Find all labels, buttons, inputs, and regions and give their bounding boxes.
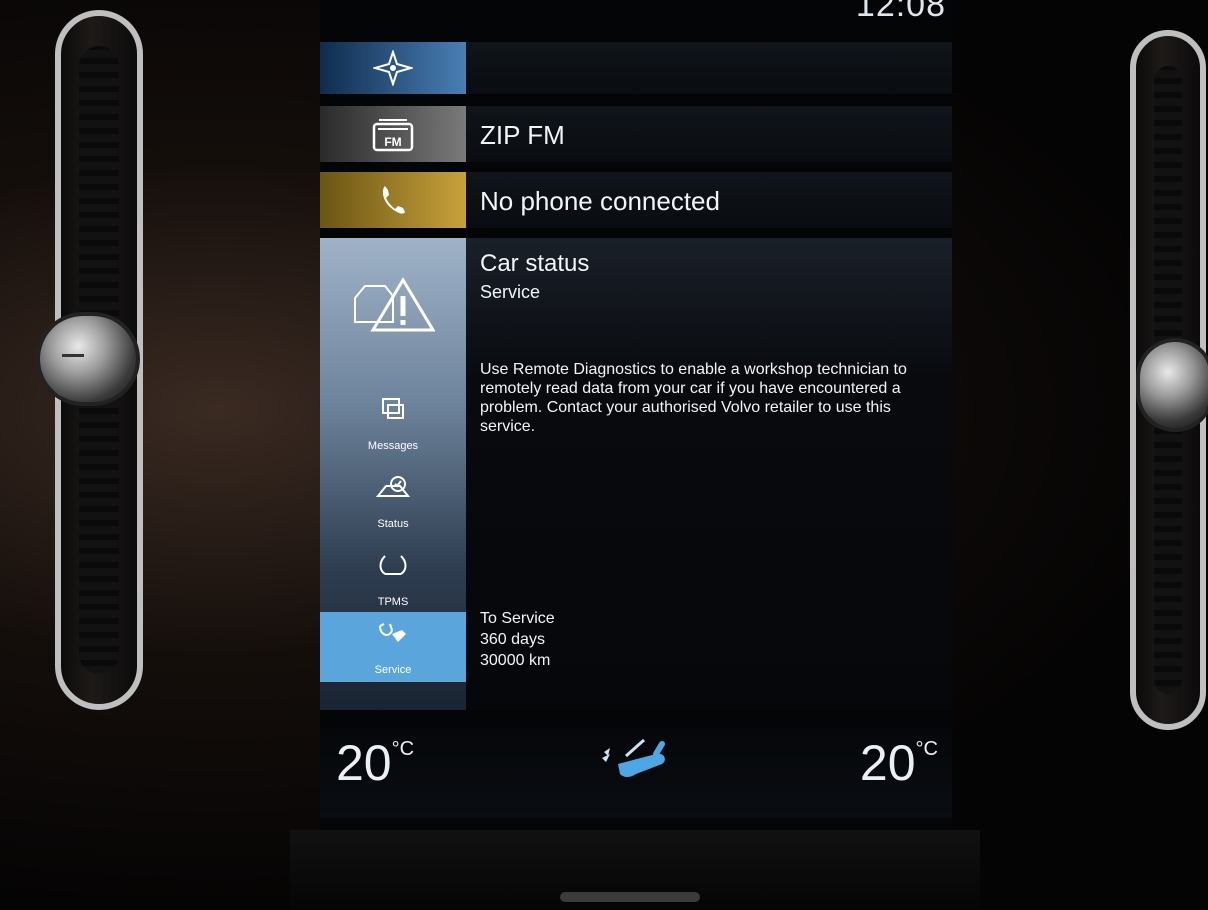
car-status-content: Car status Service Use Remote Diagnostic… (466, 238, 952, 710)
service-days-remaining: 360 days (480, 631, 545, 648)
home-button[interactable] (560, 892, 700, 902)
sidebar-item-label: TPMS (377, 596, 409, 608)
car-status-sidebar: Messages Status TPMS Service (320, 238, 466, 710)
phone-icon (382, 186, 405, 214)
remote-diagnostics-description: Use Remote Diagnostics to enable a works… (480, 361, 907, 435)
phone-tile-body: No phone connected (466, 172, 952, 228)
clock: 12:08 (855, 0, 946, 24)
sidebar-item-label: Status (377, 518, 409, 530)
radio-fm-icon: FM (372, 119, 414, 152)
sidebar-item-label: Messages (367, 440, 419, 452)
left-temperature-unit: °C (391, 738, 415, 760)
sidebar-item-status[interactable]: Status (320, 466, 466, 536)
compass-icon (373, 50, 413, 86)
service-distance-remaining: 30000 km (480, 652, 551, 669)
phone-status-title: No phone connected (480, 186, 720, 216)
tpms-icon (379, 555, 407, 575)
media-station-title: ZIP FM (480, 120, 565, 150)
right-temperature-value: 20 (859, 735, 916, 791)
left-vent-knob[interactable] (40, 316, 136, 402)
sidebar-item-label: Service (374, 664, 412, 676)
phone-tile[interactable]: No phone connected (320, 172, 952, 228)
left-temperature-value: 20 (336, 735, 392, 791)
infotainment-screen: 12:08 FM ZIP FM No phone connected Messa… (320, 0, 952, 830)
media-tile-body: ZIP FM (466, 106, 952, 162)
navigation-tile[interactable] (320, 42, 952, 94)
media-tile[interactable]: FM ZIP FM (320, 106, 952, 162)
sidebar-item-messages[interactable]: Messages (320, 388, 466, 458)
car-status-title: Car status (480, 250, 590, 277)
seat-climate-icon[interactable] (596, 734, 676, 786)
status-icon (376, 476, 410, 497)
service-interval-info: To Service 360 days 30000 km (480, 608, 555, 671)
right-temperature-unit: °C (915, 738, 938, 760)
sidebar-item-tpms[interactable]: TPMS (320, 544, 466, 614)
car-warning-icon (354, 277, 435, 332)
radio-fm-icon-label: FM (384, 135, 401, 149)
climate-bar: 20°C 20°C (320, 728, 952, 818)
car-status-tile: Messages Status TPMS Service Car status … (320, 238, 952, 710)
phone-tile-icon-area (320, 172, 466, 228)
left-temperature[interactable]: 20°C (336, 734, 414, 792)
media-tile-icon-area: FM (320, 106, 466, 162)
messages-icon (382, 398, 404, 419)
navigation-tile-body (466, 42, 952, 94)
right-temperature[interactable]: 20°C (860, 734, 938, 792)
sidebar-item-service[interactable]: Service (320, 612, 466, 682)
car-status-subtitle: Service (480, 282, 541, 302)
service-icon (379, 623, 406, 642)
to-service-label: To Service (480, 610, 555, 627)
navigation-tile-icon-area (320, 42, 466, 94)
right-vent-knob[interactable] (1140, 342, 1208, 428)
